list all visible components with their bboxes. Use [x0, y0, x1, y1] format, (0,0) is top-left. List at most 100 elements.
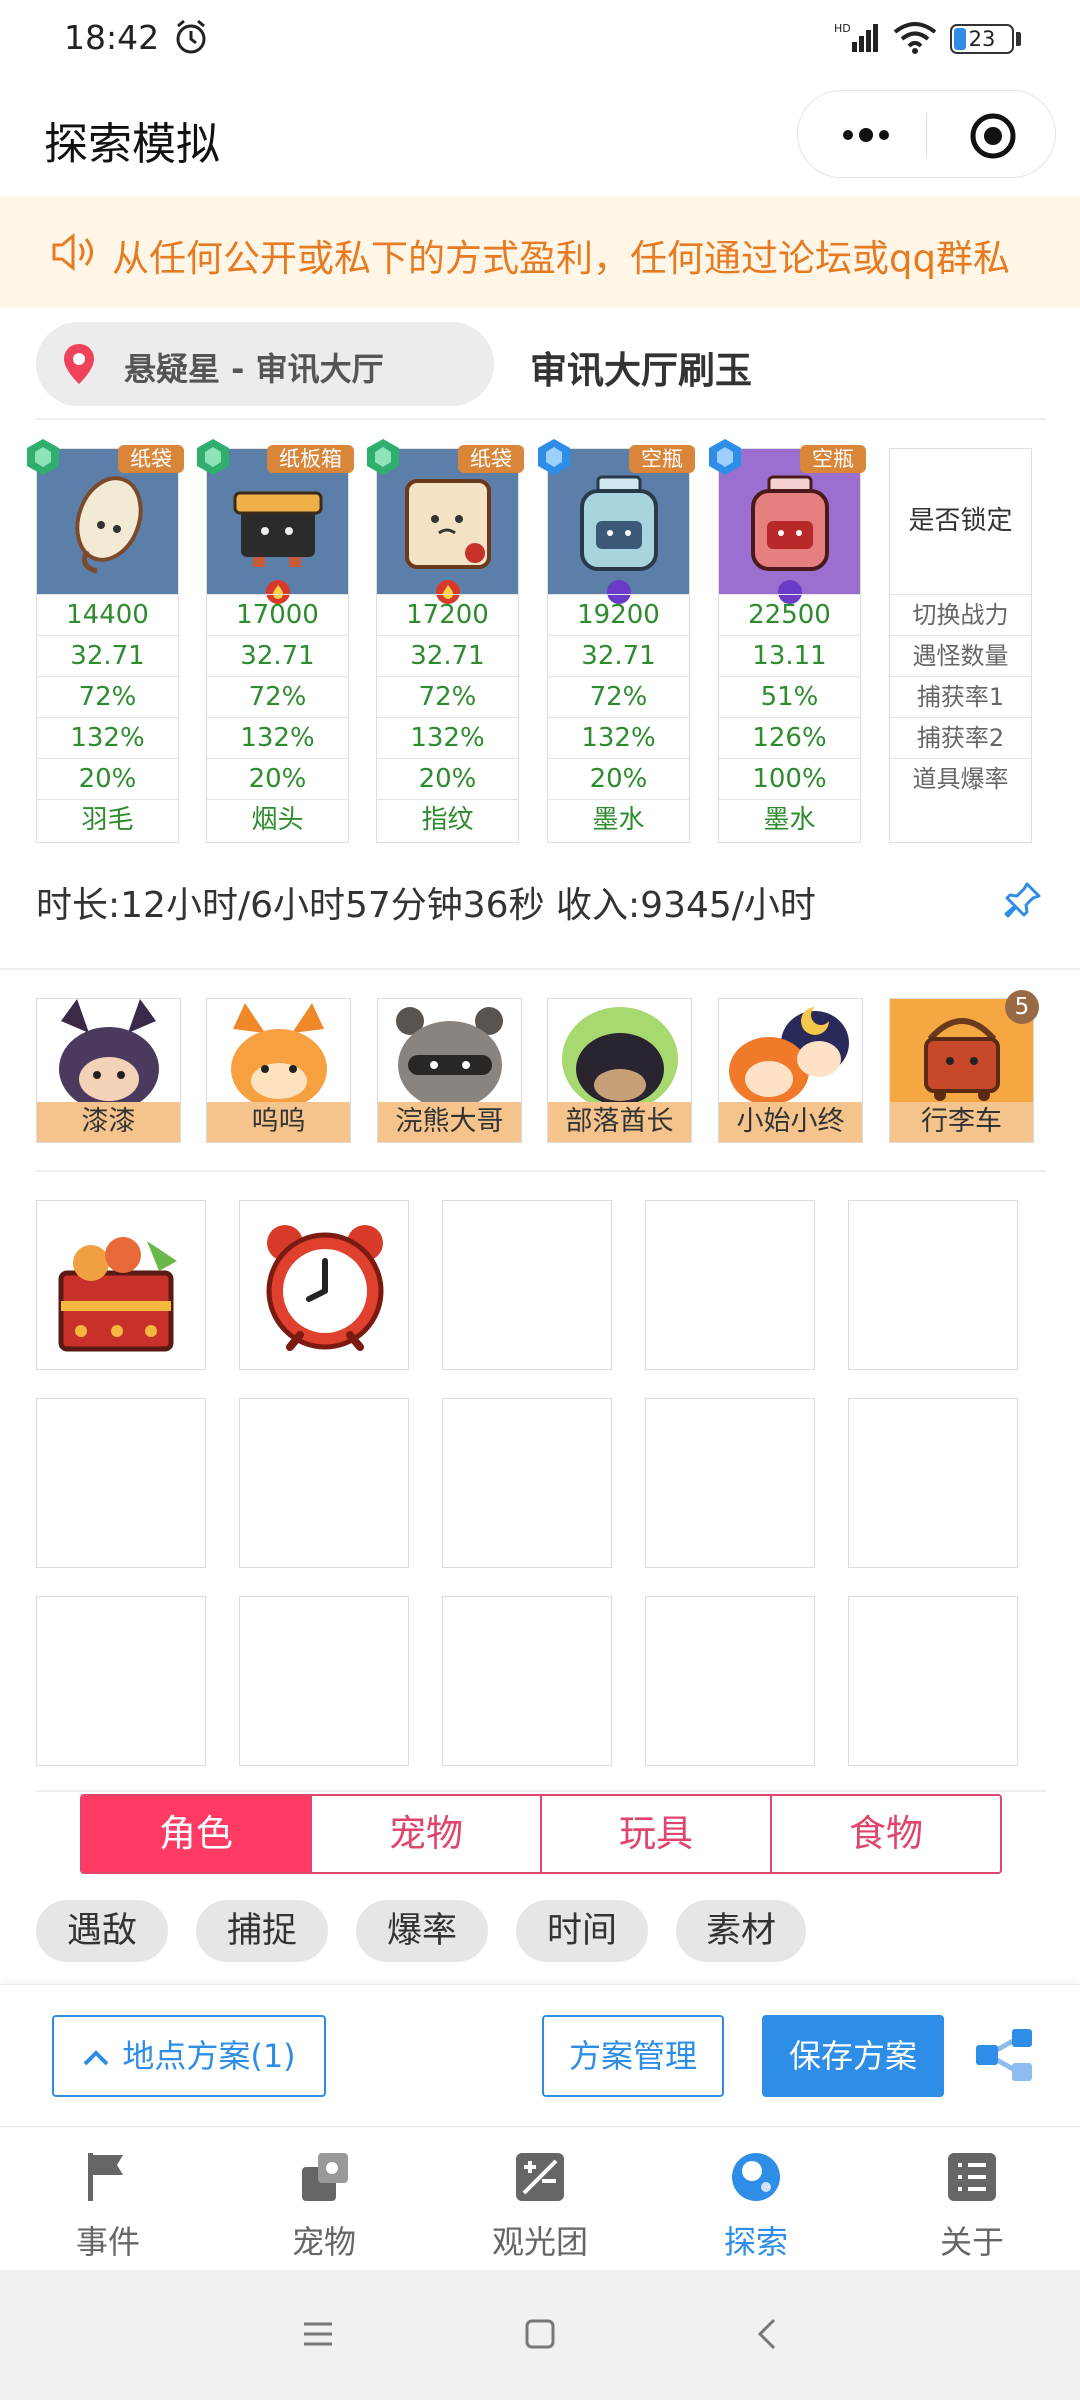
battery-indicator: 23 [950, 24, 1014, 54]
share-icon[interactable] [974, 2027, 1034, 2083]
character-slot[interactable]: 漆漆 [36, 998, 181, 1143]
tab-toys[interactable]: 玩具 [542, 1796, 772, 1872]
power-value: 19200 [548, 594, 689, 635]
item-slot-empty[interactable] [848, 1398, 1018, 1568]
capture-rate2-value: 132% [377, 717, 518, 758]
chip-material[interactable]: 素材 [676, 1900, 806, 1962]
tabbar-about[interactable]: 关于 [864, 2127, 1080, 2271]
location-selector[interactable]: 悬疑星 - 审讯大厅 [36, 322, 494, 406]
item-slot[interactable] [36, 1200, 206, 1370]
location-name: 悬疑星 - 审讯大厅 [124, 350, 384, 388]
item-type-tag: 纸板箱 [267, 445, 354, 473]
system-navigation-bar [0, 2270, 1080, 2400]
notice-banner: 从任何公开或私下的方式盈利，任何通过论坛或qq群私 [0, 196, 1080, 308]
close-program-icon[interactable] [968, 111, 1018, 161]
item-slot-empty[interactable] [645, 1398, 815, 1568]
item-card[interactable]: 纸袋 14400 32.71 72% 132% 20% 羽毛 [27, 439, 184, 843]
item-slot-empty[interactable] [645, 1200, 815, 1370]
character-count-badge: 5 [1005, 990, 1039, 1024]
item-card[interactable]: 纸袋 17200 32.71 72% 132% 20% 指纹 [367, 439, 524, 843]
item-type-tag: 纸袋 [458, 445, 524, 473]
drop-rate-value: 20% [37, 758, 178, 799]
chip-drop-rate[interactable]: 爆率 [356, 1900, 488, 1962]
item-slot-empty[interactable] [239, 1398, 409, 1568]
capture-rate2-value: 132% [548, 717, 689, 758]
tabbar-label: 观光团 [491, 2223, 588, 2261]
capture-rate1-value: 72% [548, 676, 689, 717]
save-plan-button[interactable]: 保存方案 [762, 2015, 944, 2097]
drop-rate-value: 100% [719, 758, 860, 799]
fox-character-icon [231, 1003, 327, 1102]
drop-rate-value: 20% [548, 758, 689, 799]
capture-rate2-value: 126% [719, 717, 860, 758]
capture-rate1-value: 72% [377, 676, 518, 717]
tour-group-icon [516, 2153, 564, 2201]
encounter-value: 32.71 [548, 635, 689, 676]
power-value: 22500 [719, 594, 860, 635]
character-slot[interactable]: 浣熊大哥 [377, 998, 522, 1143]
chevron-up-icon [83, 2050, 109, 2066]
character-slot[interactable]: 部落酋长 [547, 998, 692, 1143]
material-value: 烟头 [207, 799, 348, 840]
item-slot[interactable] [239, 1200, 409, 1370]
tabbar-label: 事件 [75, 2223, 140, 2261]
item-slot-empty[interactable] [442, 1200, 612, 1370]
tab-characters[interactable]: 角色 [82, 1796, 312, 1872]
tabbar-pets[interactable]: 宠物 [216, 2127, 432, 2271]
character-slot[interactable]: 呜呜 [206, 998, 351, 1143]
category-tabs: 角色 宠物 玩具 食物 [80, 1794, 1002, 1874]
cardboard-box-item-icon [233, 491, 323, 567]
character-slot[interactable]: 小始小终 [718, 998, 863, 1143]
chip-encounter[interactable]: 遇敌 [36, 1900, 168, 1962]
home-icon[interactable] [520, 2314, 560, 2354]
back-icon[interactable] [748, 2314, 788, 2354]
tab-pets[interactable]: 宠物 [312, 1796, 542, 1872]
wifi-icon [893, 22, 937, 54]
tabbar-tour-group[interactable]: 观光团 [432, 2127, 648, 2271]
capture-rate1-value: 51% [719, 676, 860, 717]
item-slot-empty[interactable] [239, 1596, 409, 1766]
pin-icon[interactable] [1003, 880, 1043, 920]
drop-rate-label: 道具爆率 [890, 758, 1031, 799]
chip-time[interactable]: 时间 [516, 1900, 648, 1962]
food-basket-icon [58, 1237, 177, 1352]
capture-rate1-value: 72% [207, 676, 348, 717]
green-quality-badge [367, 439, 399, 475]
tab-food[interactable]: 食物 [772, 1796, 1000, 1872]
tabbar-label: 宠物 [291, 2223, 356, 2261]
item-card[interactable]: 空瓶 22500 13.11 51% 126% 100% 墨水 [709, 439, 866, 843]
tabbar-explore[interactable]: 探索 [648, 2127, 864, 2271]
item-slot-empty[interactable] [36, 1596, 206, 1766]
green-quality-badge [27, 439, 59, 475]
item-slot-empty[interactable] [645, 1596, 815, 1766]
item-card[interactable]: 空瓶 19200 32.71 72% 132% 20% 墨水 [538, 439, 695, 843]
item-slot-empty[interactable] [442, 1596, 612, 1766]
location-plan-button[interactable]: 地点方案(1) [52, 2015, 326, 2097]
tribal-chief-character-icon [562, 1007, 678, 1102]
about-icon [948, 2153, 996, 2201]
status-time: 18:42 [64, 18, 160, 57]
lock-label[interactable]: 是否锁定 [890, 449, 1031, 594]
encounter-value: 13.11 [719, 635, 860, 676]
encounter-value: 32.71 [207, 635, 348, 676]
more-icon[interactable] [836, 115, 896, 155]
encounter-value: 32.71 [37, 635, 178, 676]
chip-capture[interactable]: 捕捉 [196, 1900, 328, 1962]
green-quality-badge [197, 439, 229, 475]
item-type-tag: 纸袋 [118, 445, 184, 473]
feather-item-icon [75, 476, 143, 574]
item-slot-empty[interactable] [36, 1398, 206, 1568]
tabbar-label: 关于 [939, 2223, 1004, 2261]
power-value: 14400 [37, 594, 178, 635]
item-card[interactable]: 纸板箱 17000 32.71 72% 132% 20% 烟头 [197, 439, 354, 843]
plan-manage-button[interactable]: 方案管理 [542, 2015, 724, 2097]
notice-text: 从任何公开或私下的方式盈利，任何通过论坛或qq群私 [112, 237, 1010, 280]
capture-rate1-label: 捕获率1 [890, 676, 1031, 717]
item-slot-empty[interactable] [848, 1596, 1018, 1766]
tabbar-events[interactable]: 事件 [0, 2127, 216, 2271]
item-slot-empty[interactable] [848, 1200, 1018, 1370]
item-slot-empty[interactable] [442, 1398, 612, 1568]
encounter-label: 遇怪数量 [890, 635, 1031, 676]
character-name: 漆漆 [37, 1102, 180, 1142]
menu-icon[interactable] [298, 2314, 338, 2354]
